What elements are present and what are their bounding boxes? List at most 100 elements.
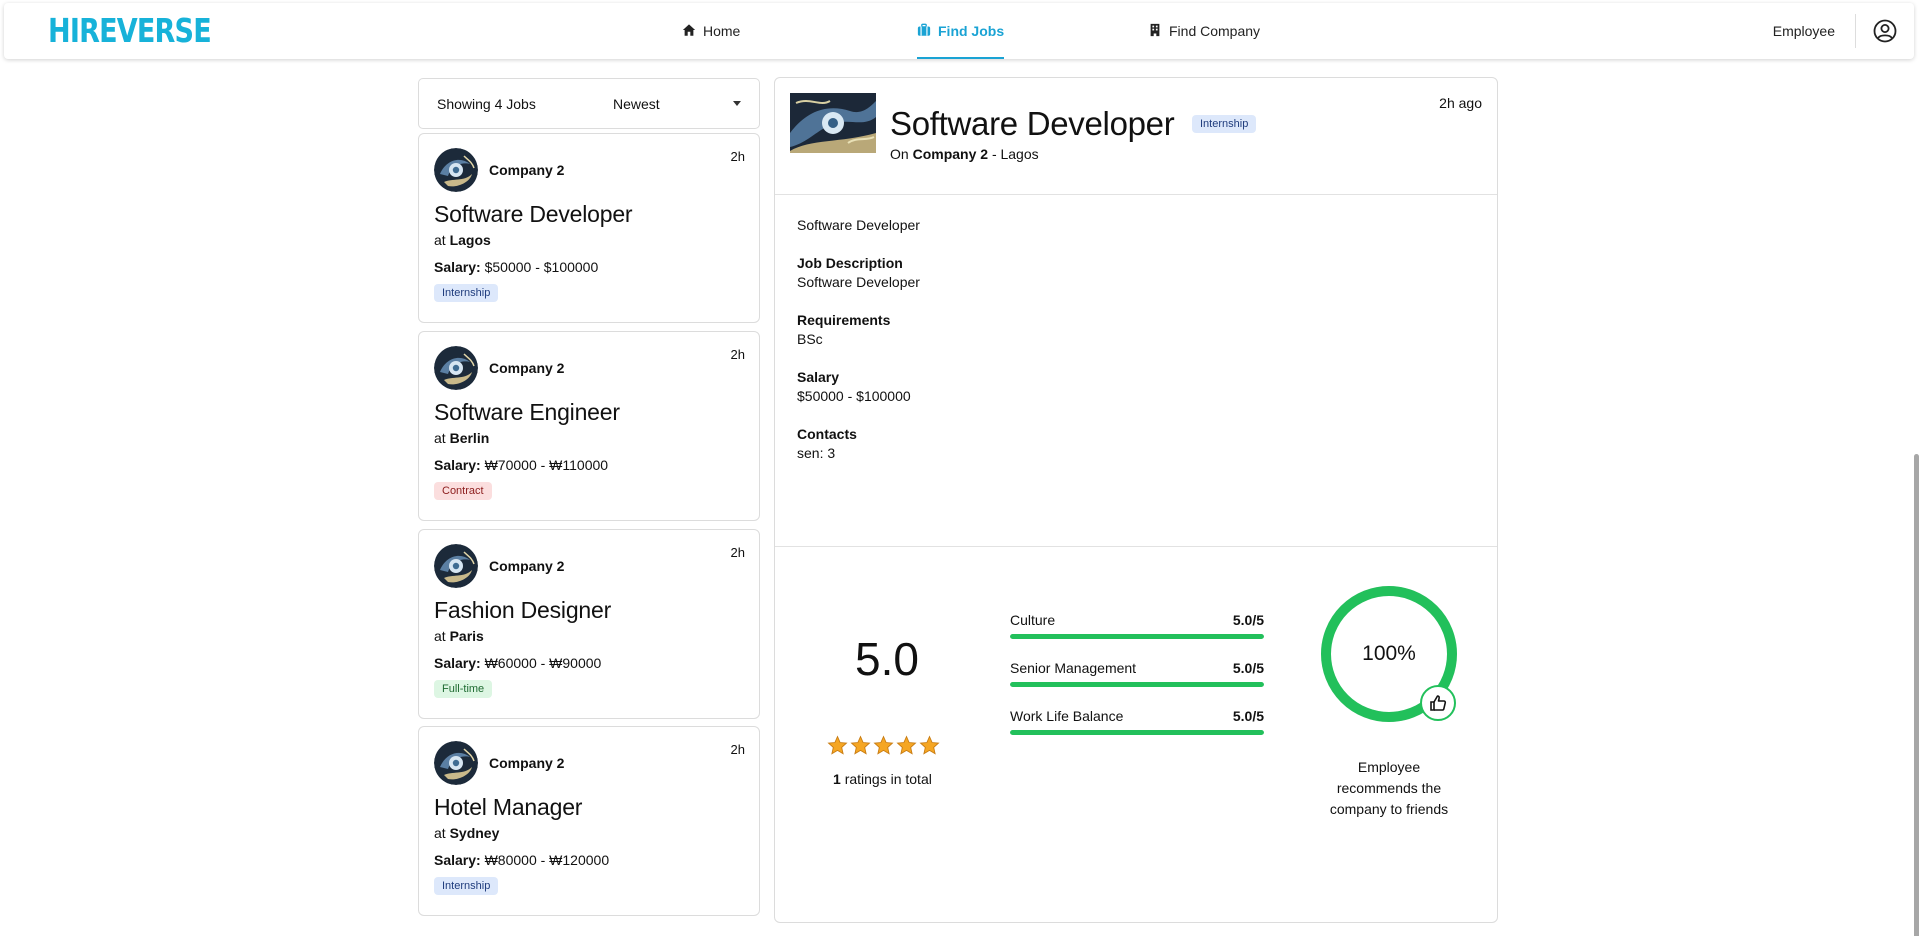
job-card-location: at Sydney [434,825,744,841]
salary-label: Salary: [434,457,481,473]
star-icon [919,735,940,761]
job-detail-time: 2h ago [1439,95,1482,111]
location-value: Sydney [449,825,500,841]
star-icon [873,735,894,761]
requirements-label: Requirements [797,312,891,328]
job-detail-panel: Software Developer Internship On Company… [774,77,1498,923]
job-card-time: 2h [730,149,745,164]
salary-value: ₩60000 - ₩90000 [484,655,602,671]
job-card-title: Hotel Manager [434,794,583,820]
job-card-time: 2h [730,545,745,560]
job-card[interactable]: Company 2 2h Software Engineer at Berlin… [418,331,760,521]
main-nav: Home Find Jobs Find Company [4,3,1914,59]
page-scrollbar[interactable] [1912,62,1920,936]
job-card-company: Company 2 [489,360,565,376]
at-label: at [434,430,446,446]
job-list-toolbar: Showing 4 Jobs Newest [418,78,760,129]
job-type-badge: Internship [434,284,499,302]
at-label: at [434,628,446,644]
job-type-badge: Internship [434,877,499,895]
job-card-location: at Berlin [434,430,744,446]
rating-category-value: 5.0/5 [1232,708,1264,724]
job-card[interactable]: Company 2 2h Fashion Designer at Paris S… [418,529,760,719]
location-value: Berlin [449,430,490,446]
job-card-time: 2h [730,347,745,362]
star-rating [827,735,940,761]
rating-bar-track [1010,634,1264,639]
rating-bar-fill [1010,634,1264,639]
nav-find-company[interactable]: Find Company [1148,3,1260,59]
rating-category-row: Culture 5.0/5 [1010,612,1264,639]
employee-menu[interactable]: Employee [1773,23,1855,39]
salary-value: ₩70000 - ₩110000 [484,457,609,473]
job-detail-subtitle: On Company 2 - Lagos [890,146,1039,162]
job-card-title: Fashion Designer [434,597,612,623]
nav-find-jobs[interactable]: Find Jobs [917,3,1005,59]
job-card-salary: Salary: $50000 - $100000 [434,259,744,275]
rating-bar-fill [1010,682,1264,687]
contacts-label: Contacts [797,426,857,442]
star-icon [850,735,871,761]
requirements-value: BSc [797,331,823,347]
job-card[interactable]: Company 2 2h Hotel Manager at Sydney Sal… [418,726,760,916]
briefcase-icon [917,23,931,40]
company-avatar [434,544,478,588]
sort-dropdown[interactable]: Newest [613,96,741,112]
rating-bar-fill [1010,730,1264,735]
recommend-text: Employee recommends the company to frien… [1329,759,1449,817]
contacts-section: Contacts sen: 3 [797,426,1475,461]
ratings-total-count: 1 [833,771,841,787]
rating-category-value: 5.0/5 [1232,660,1264,676]
scrollbar-thumb[interactable] [1914,454,1919,936]
job-type-badge: Full-time [434,680,493,698]
job-card-salary: Salary: ₩70000 - ₩110000 [434,457,744,473]
nav-user-area: Employee [1773,3,1914,59]
company-avatar [434,741,478,785]
company-avatar [434,346,478,390]
overall-rating-score: 5.0 [855,633,919,685]
job-card-location: at Paris [434,628,744,644]
job-detail-body: Software Developer Job Description Softw… [775,195,1497,547]
nav-home-label: Home [703,23,741,39]
requirements-section: Requirements BSc [797,312,1475,347]
caret-down-icon [733,101,741,106]
job-description-label: Job Description [797,255,903,271]
salary-value: $50000 - $100000 [797,388,911,404]
job-card-company: Company 2 [489,558,565,574]
job-card-salary: Salary: ₩60000 - ₩90000 [434,655,744,671]
thumbs-up-icon[interactable] [1420,685,1456,721]
rating-bar-track [1010,730,1264,735]
job-description-section: Job Description Software Developer [797,255,1475,290]
rating-category-value: 5.0/5 [1232,612,1264,628]
job-card-salary: Salary: ₩80000 - ₩120000 [434,852,744,868]
salary-label: Salary [797,369,840,385]
company-avatar [434,148,478,192]
salary-label: Salary: [434,259,481,275]
sort-selected-value: Newest [613,95,660,112]
rating-categories: Culture 5.0/5 Senior Management 5.0/5 Work L… [1010,612,1264,756]
user-profile-icon[interactable] [1856,19,1914,43]
salary-label: Salary: [434,852,481,868]
rating-category-name: Work Life Balance [1010,708,1124,724]
company-rating-section: 5.0 1 ratings in total Culture 5.0/5 Senio… [775,547,1497,917]
rating-category-name: Culture [1010,612,1056,628]
nav-home[interactable]: Home [682,3,740,59]
at-label: at [434,825,446,841]
salary-value: $50000 - $100000 [484,259,599,275]
rating-bar-track [1010,682,1264,687]
on-label: On [890,146,909,162]
home-icon [682,23,696,40]
job-detail-type-badge: Internship [1192,115,1257,133]
star-icon [896,735,917,761]
ratings-total-suffix: ratings in total [844,771,932,787]
job-card-company: Company 2 [489,162,565,178]
location-value: Paris [449,628,484,644]
building-icon [1148,23,1162,40]
nav-find-company-label: Find Company [1169,23,1261,39]
job-detail-header: Software Developer Internship On Company… [775,78,1497,195]
job-card-time: 2h [730,742,745,757]
job-detail-company-link[interactable]: Company 2 [913,146,988,162]
job-card[interactable]: Company 2 2h Software Developer at Lagos… [418,133,760,323]
nav-find-jobs-label: Find Jobs [938,23,1005,39]
at-label: at [434,232,446,248]
